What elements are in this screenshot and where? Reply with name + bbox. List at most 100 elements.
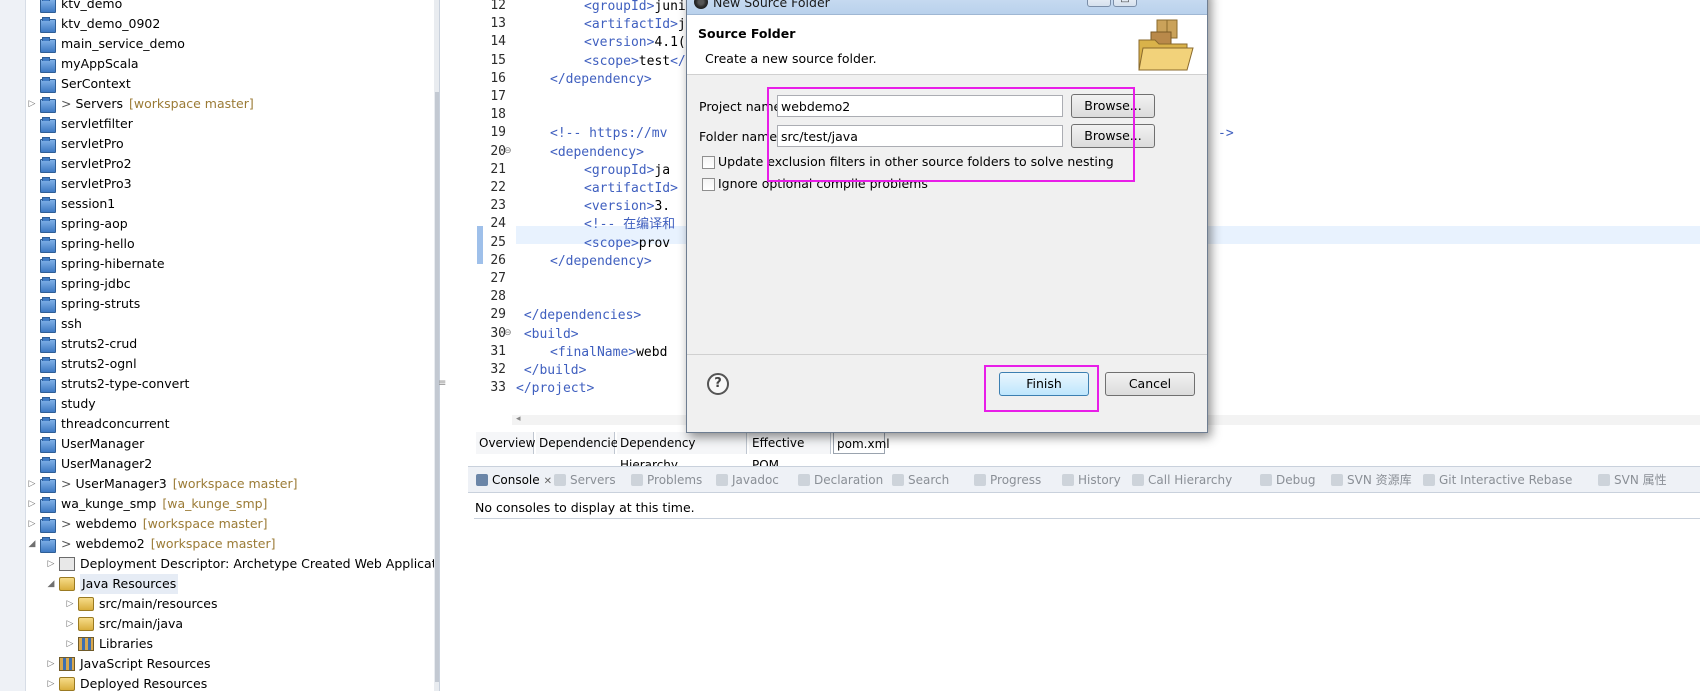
code-line[interactable]: <artifactId> (584, 180, 678, 198)
code-line[interactable]: <groupId>juni (584, 0, 686, 16)
fold-toggle-icon[interactable]: ⊖ (504, 328, 516, 338)
minimize-button[interactable]: – (1087, 0, 1111, 7)
view-tab-history[interactable]: History (1062, 471, 1121, 489)
collapse-arrow-icon[interactable]: ◢ (46, 574, 56, 594)
tree-item[interactable]: UserManager (26, 434, 434, 454)
view-tab-debug[interactable]: Debug (1260, 471, 1315, 489)
view-tab-progress[interactable]: Progress (974, 471, 1041, 489)
tree-item[interactable]: ▷ JavaScript Resources (26, 654, 434, 674)
view-tab-call-hierarchy[interactable]: Call Hierarchy (1132, 471, 1232, 489)
editor-tab-overview[interactable]: Overview (476, 432, 536, 454)
tree-item-label: session1 (61, 194, 115, 214)
tree-item[interactable]: ▷ > webdemo [workspace master] (26, 514, 434, 534)
tree-item[interactable]: servletPro3 (26, 174, 434, 194)
code-line[interactable]: <!-- 在编译和 (584, 216, 675, 234)
view-tab-servers[interactable]: Servers (554, 471, 616, 489)
tree-item-text: servletfilter (61, 116, 133, 131)
code-line[interactable]: <!-- https://mv (550, 125, 667, 143)
maximize-button[interactable]: □ (1113, 0, 1137, 7)
code-line[interactable]: </dependency> (550, 253, 652, 271)
expand-arrow-icon[interactable]: ▷ (27, 474, 37, 494)
cancel-button[interactable]: Cancel (1105, 372, 1195, 396)
tree-item[interactable]: ssh (26, 314, 434, 334)
code-line[interactable]: </dependency> (550, 71, 652, 89)
tree-item[interactable]: session1 (26, 194, 434, 214)
expand-arrow-icon[interactable]: ▷ (65, 594, 75, 614)
code-line[interactable]: </dependencies> (516, 307, 641, 325)
code-line[interactable]: <artifactId>j (584, 16, 686, 34)
expand-arrow-icon[interactable]: ▷ (27, 94, 37, 114)
view-tab-search[interactable]: Search (892, 471, 949, 489)
view-tab-svn-repo[interactable]: SVN 资源库 (1331, 471, 1412, 489)
tree-item[interactable]: main_service_demo (26, 34, 434, 54)
tree-item[interactable]: ▷ Deployed Resources (26, 674, 434, 691)
tree-item[interactable]: servletPro2 (26, 154, 434, 174)
editor-tab-pom-xml[interactable]: pom.xml (833, 432, 890, 454)
tree-item[interactable]: ◢ Java Resources (26, 574, 434, 594)
code-line[interactable]: </project> (516, 380, 594, 398)
tree-item[interactable]: SerContext (26, 74, 434, 94)
code-line[interactable]: <scope>test</ (584, 53, 686, 71)
tree-item[interactable]: ktv_demo (26, 0, 434, 14)
tree-item[interactable]: ▷ > UserManager3 [workspace master] (26, 474, 434, 494)
scroll-left-arrow-icon[interactable]: ◂ (516, 414, 521, 424)
view-tab-git-rebase[interactable]: Git Interactive Rebase (1423, 471, 1572, 489)
sash-grip-icon[interactable]: ≡ (438, 378, 446, 390)
tree-item[interactable]: ◢ > webdemo2 [workspace master] (26, 534, 434, 554)
tree-item[interactable]: spring-hello (26, 234, 434, 254)
project-tree: ktv_demo ktv_demo_0902 main_service_demo my… (26, 0, 439, 691)
tree-item[interactable]: ▷ Deployment Descriptor: Archetype Create… (26, 554, 439, 574)
update-exclusion-checkbox[interactable] (702, 156, 715, 169)
code-line[interactable]: <build> (516, 326, 579, 344)
expand-arrow-icon[interactable]: ▷ (46, 554, 56, 574)
tree-item[interactable]: ▷ src/main/resources (26, 594, 434, 614)
tree-item[interactable]: struts2-ognl (26, 354, 434, 374)
tree-item[interactable]: myAppScala (26, 54, 434, 74)
collapse-arrow-icon[interactable]: ◢ (27, 534, 37, 554)
tree-item[interactable]: ▷ Libraries (26, 634, 434, 654)
expand-arrow-icon[interactable]: ▷ (27, 514, 37, 534)
ignore-optional-checkbox[interactable] (702, 178, 715, 191)
view-tab-console[interactable]: Console ✕ (476, 471, 552, 489)
close-tab-icon[interactable]: ✕ (544, 476, 552, 487)
editor-tab-dependency-hierarchy[interactable]: Dependency Hierarchy (617, 432, 747, 472)
view-tab-javadoc[interactable]: Javadoc (716, 471, 779, 489)
editor-tab-effective-pom[interactable]: Effective POM (749, 432, 831, 472)
tree-item[interactable]: spring-hibernate (26, 254, 434, 274)
expand-arrow-icon[interactable]: ▷ (46, 674, 56, 691)
tree-item[interactable]: servletPro (26, 134, 434, 154)
tree-item[interactable]: struts2-type-convert (26, 374, 434, 394)
code-line[interactable]: <version>3. (584, 198, 670, 216)
expand-arrow-icon[interactable]: ▷ (46, 654, 56, 674)
code-line[interactable]: <dependency> (550, 144, 644, 162)
tree-item[interactable]: spring-aop (26, 214, 434, 234)
code-line[interactable]: <groupId>ja (584, 162, 670, 180)
expand-arrow-icon[interactable]: ▷ (65, 614, 75, 634)
tree-item[interactable]: ▷ src/main/java (26, 614, 434, 634)
code-line[interactable]: </build> (516, 362, 587, 380)
tree-item[interactable]: ktv_demo_0902 (26, 14, 434, 34)
tree-item[interactable]: threadconcurrent (26, 414, 434, 434)
tree-item[interactable]: UserManager2 (26, 454, 434, 474)
help-button[interactable]: ? (707, 373, 729, 395)
fold-toggle-icon[interactable]: ⊖ (504, 146, 516, 156)
expand-arrow-icon[interactable]: ▷ (27, 494, 37, 514)
tree-item[interactable]: ▷ wa_kunge_smp [wa_kunge_smp] (26, 494, 434, 514)
expand-arrow-icon[interactable]: ▷ (65, 634, 75, 654)
tree-item[interactable]: struts2-crud (26, 334, 434, 354)
tree-item[interactable]: study (26, 394, 434, 414)
code-line[interactable]: <scope>prov (584, 235, 670, 253)
dialog-titlebar[interactable]: New Source Folder – □ (687, 0, 1207, 15)
editor-tab-dependencies[interactable]: Dependencies (536, 432, 624, 454)
tree-item[interactable]: spring-struts (26, 294, 434, 314)
view-tab-declaration[interactable]: Declaration (798, 471, 883, 489)
tree-item[interactable]: ▷ > Servers [workspace master] (26, 94, 434, 114)
tree-item[interactable]: spring-jdbc (26, 274, 434, 294)
code-line[interactable]: <finalName>webd (550, 344, 667, 362)
view-tab-problems[interactable]: Problems (631, 471, 702, 489)
view-tab-svn-props[interactable]: SVN 属性 (1598, 471, 1667, 489)
tree-item-label: threadconcurrent (61, 414, 170, 434)
tree-item[interactable]: servletfilter (26, 114, 434, 134)
code-line[interactable]: <version>4.1( (584, 34, 686, 52)
view-tab-label: Debug (1276, 473, 1316, 487)
